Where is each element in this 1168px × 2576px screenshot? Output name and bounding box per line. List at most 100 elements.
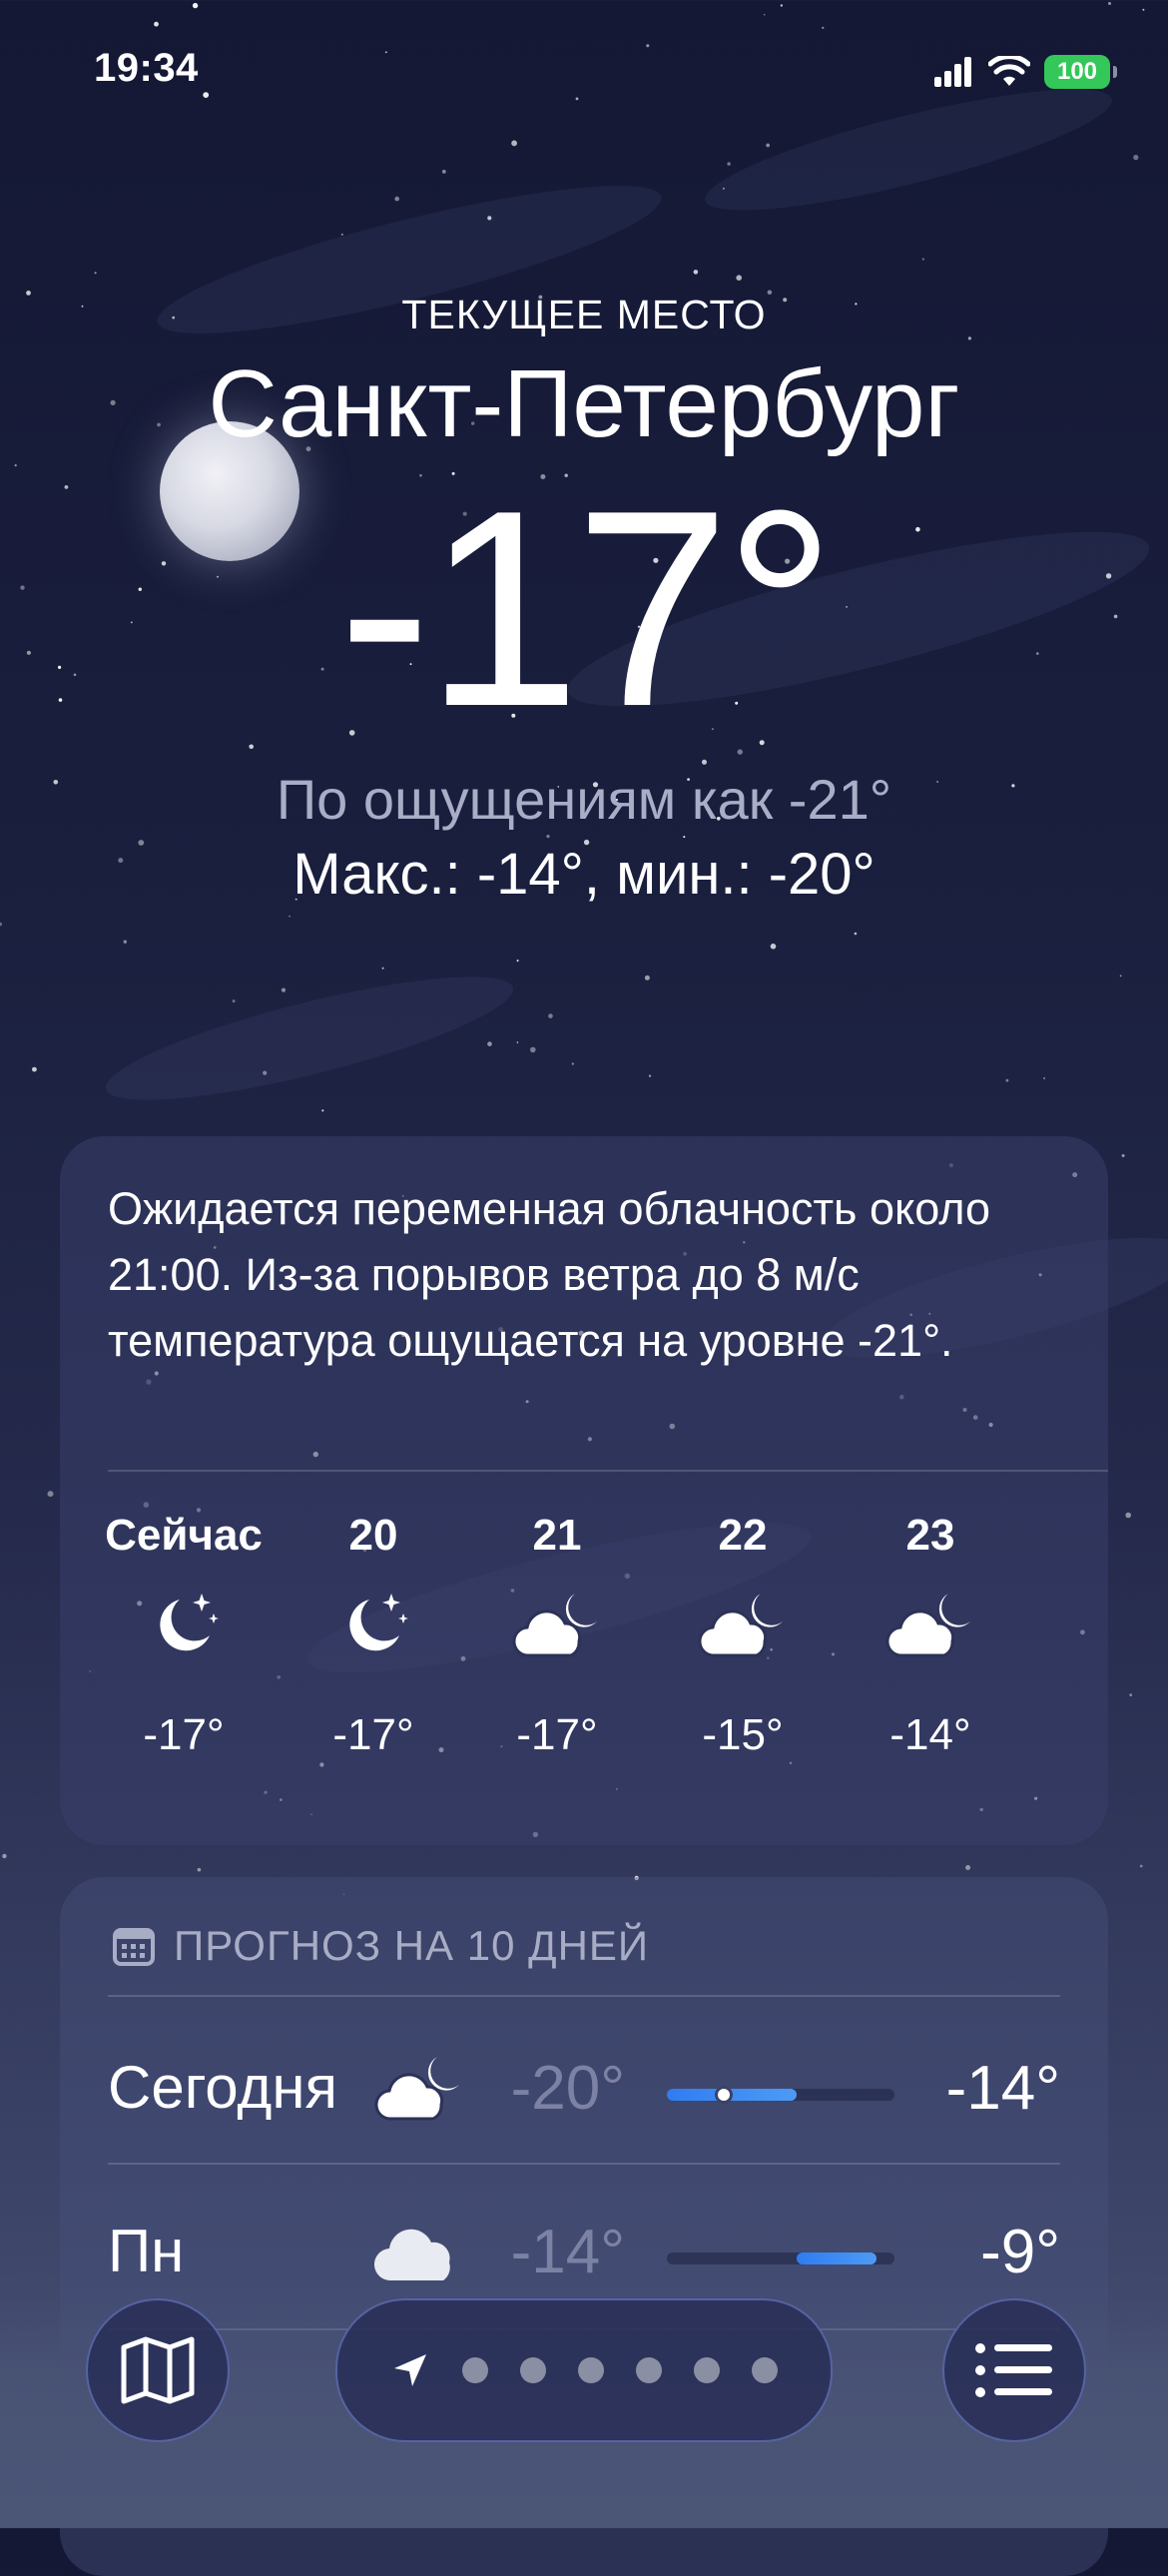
- star: [516, 960, 519, 963]
- star: [340, 233, 343, 236]
- location-arrow-icon: [394, 2354, 426, 2386]
- current-temp-marker: [715, 2086, 733, 2104]
- star: [693, 270, 699, 275]
- cellular-signal-icon: [934, 57, 971, 87]
- page-dot[interactable]: [636, 2357, 662, 2383]
- status-indicators: 100: [934, 50, 1117, 94]
- hour-temp: -15°: [702, 1710, 784, 1759]
- star: [47, 1491, 54, 1498]
- star: [1108, 2, 1111, 5]
- hour-item: 23 -14°: [831, 1506, 1030, 1765]
- star: [722, 187, 725, 190]
- ten-day-title: ПРОГНОЗ НА 10 ДНЕЙ: [174, 1922, 650, 1969]
- star: [766, 143, 771, 148]
- star: [1119, 974, 1122, 977]
- star: [281, 987, 287, 992]
- star: [2, 1853, 7, 1859]
- star: [516, 1041, 519, 1043]
- day-name: Пн: [108, 2218, 185, 2284]
- wifi-icon: [988, 56, 1030, 86]
- location-caption: ТЕКУЩЕЕ МЕСТО: [401, 292, 767, 337]
- star: [32, 1066, 37, 1072]
- map-button[interactable]: [86, 2298, 230, 2442]
- star: [822, 26, 825, 29]
- star: [487, 216, 492, 221]
- ten-day-header: ПРОГНОЗ НА 10 ДНЕЙ: [112, 1911, 649, 1981]
- page-dot[interactable]: [520, 2357, 546, 2383]
- hour-temp: -14°: [889, 1710, 971, 1759]
- hour-item: 20 -17°: [274, 1506, 473, 1765]
- star: [1121, 1154, 1125, 1157]
- day-max-temp: -14°: [945, 2054, 1060, 2123]
- hourly-forecast-card[interactable]: Ожидается переменная облачность около 21…: [60, 1136, 1108, 1845]
- star: [487, 1041, 492, 1046]
- day-min-temp: -20°: [510, 2054, 625, 2123]
- star: [154, 21, 159, 27]
- status-time: 19:34: [94, 46, 199, 90]
- feels-like: По ощущениям как -21°: [276, 768, 892, 831]
- cloud-icon: [371, 2213, 467, 2292]
- cloud-moon-icon: [509, 1586, 605, 1665]
- hour-temp: -17°: [143, 1710, 225, 1759]
- star: [0, 922, 2, 927]
- star: [530, 1046, 536, 1053]
- star: [94, 272, 97, 275]
- cloud-moon-icon: [695, 1586, 791, 1665]
- forecast-summary: Ожидается переменная облачность около 21…: [108, 1183, 991, 1366]
- star: [511, 140, 517, 147]
- current-temperature: -17°: [337, 453, 837, 765]
- star: [854, 932, 858, 936]
- star: [197, 1867, 202, 1872]
- star: [571, 1062, 574, 1065]
- star: [548, 1013, 553, 1018]
- star: [546, 835, 550, 839]
- temperature-range-bar: [667, 2253, 894, 2264]
- star: [683, 836, 686, 839]
- star: [770, 944, 777, 950]
- star: [289, 915, 291, 918]
- hourly-list[interactable]: Сейчас -17° 20 -17° 21 -17° 22 -15° 23 -…: [60, 1506, 1108, 1825]
- star: [736, 275, 742, 282]
- moon-stars-icon: [333, 1586, 413, 1665]
- star: [575, 97, 579, 101]
- cloud-moon-icon: [371, 2049, 467, 2129]
- day-max-temp: -9°: [980, 2218, 1060, 2286]
- hour-temp: -17°: [332, 1710, 414, 1759]
- star: [321, 1109, 324, 1112]
- star: [763, 13, 766, 16]
- high-low: Макс.: -14°, мин.: -20°: [292, 842, 876, 907]
- star: [263, 1070, 268, 1075]
- day-min-temp: -14°: [510, 2218, 625, 2286]
- star: [648, 1074, 652, 1077]
- star: [965, 1865, 971, 1870]
- page-dot[interactable]: [462, 2357, 488, 2383]
- hour-label: Сейчас: [105, 1511, 263, 1560]
- star: [727, 162, 731, 166]
- location-pager[interactable]: [335, 2298, 833, 2442]
- battery-indicator: 100: [1044, 55, 1117, 89]
- day-row[interactable]: Сегодня -20° -14°: [108, 2003, 1060, 2163]
- star: [646, 44, 650, 48]
- hour-label: 20: [348, 1511, 398, 1560]
- star: [1139, 1864, 1143, 1868]
- temperature-range-bar: [667, 2086, 894, 2104]
- hour-label: 22: [718, 1511, 768, 1560]
- day-name: Сегодня: [108, 2054, 337, 2121]
- moon-stars-icon: [144, 1586, 224, 1665]
- star: [1133, 155, 1139, 161]
- cloud-streak: [106, 976, 513, 1100]
- card-divider: [108, 2163, 1060, 2165]
- hour-item: 21 -17°: [457, 1506, 657, 1765]
- star: [780, 4, 784, 7]
- star: [394, 196, 400, 202]
- city-name: Санкт-Петербург: [208, 350, 960, 457]
- page-dot[interactable]: [578, 2357, 604, 2383]
- page-dot[interactable]: [752, 2357, 778, 2383]
- star: [921, 258, 925, 261]
- locations-list-button[interactable]: [942, 2298, 1086, 2442]
- hour-temp: -17°: [516, 1710, 598, 1759]
- star: [384, 51, 387, 54]
- hour-label: 23: [905, 1511, 955, 1560]
- page-dot[interactable]: [694, 2357, 720, 2383]
- star: [123, 940, 128, 944]
